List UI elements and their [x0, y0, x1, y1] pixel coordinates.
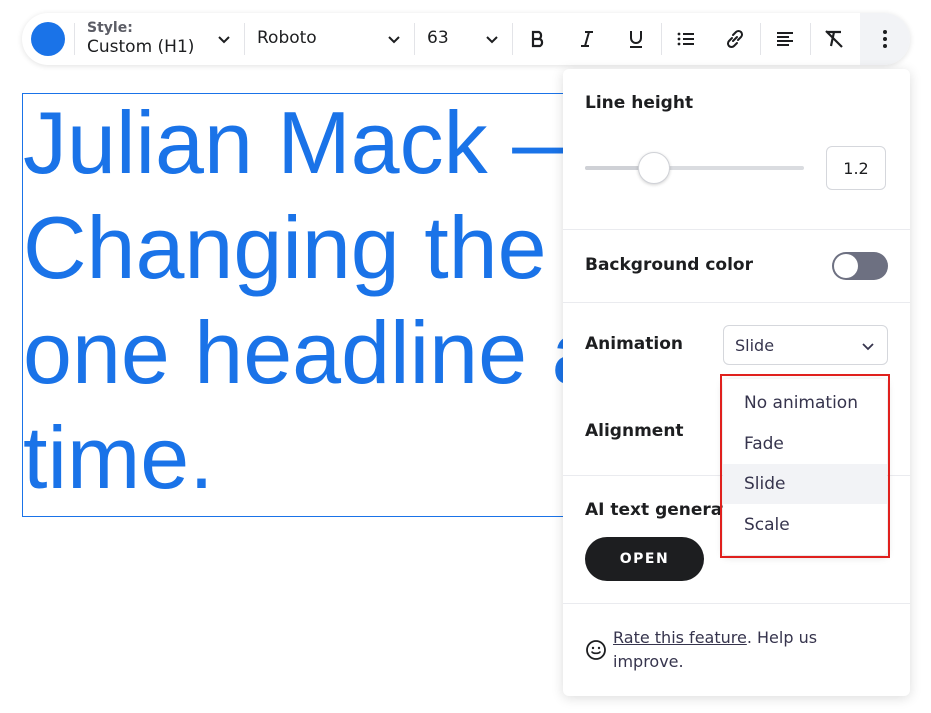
animation-select[interactable]: Slide: [723, 325, 888, 365]
clear-format-icon: [825, 30, 843, 48]
background-color-toggle[interactable]: [832, 252, 888, 280]
bold-icon: [531, 30, 544, 48]
font-size-value[interactable]: 63: [427, 28, 449, 48]
heading-text-box[interactable]: Julian Mack — Changing the world one hea…: [22, 93, 622, 517]
link-icon: [726, 29, 744, 49]
toolbar-divider: [74, 23, 75, 55]
line-height-input[interactable]: 1.2: [826, 146, 886, 190]
smiley-icon: [586, 640, 606, 660]
bullet-list-button[interactable]: [670, 23, 702, 55]
rate-feature-text: Rate this feature. Help us improve.: [613, 626, 883, 674]
chevron-down-icon[interactable]: [216, 31, 232, 47]
toolbar-divider: [810, 23, 811, 55]
underline-icon: [630, 31, 642, 48]
italic-button[interactable]: [571, 23, 603, 55]
animation-select-value: Slide: [735, 336, 775, 355]
more-vertical-icon: [883, 30, 887, 48]
toolbar-divider: [661, 23, 662, 55]
chevron-down-icon: [862, 343, 874, 351]
rate-feature-link[interactable]: Rate this feature: [613, 628, 747, 647]
bold-button[interactable]: [522, 23, 554, 55]
text-color-swatch[interactable]: [31, 22, 65, 56]
text-toolbar: Style: Custom (H1) Roboto 63: [22, 13, 910, 65]
style-select-value[interactable]: Custom (H1): [87, 37, 194, 57]
toolbar-divider: [512, 23, 513, 55]
line-height-slider[interactable]: [585, 152, 804, 184]
animation-label: Animation: [585, 334, 684, 354]
chevron-down-icon[interactable]: [484, 31, 500, 47]
panel-divider: [563, 603, 910, 604]
toolbar-divider: [760, 23, 761, 55]
italic-icon: [581, 31, 593, 47]
toolbar-divider: [244, 23, 245, 55]
align-left-icon: [777, 32, 793, 46]
list-icon: [677, 32, 694, 46]
open-ai-generator-button[interactable]: OPEN: [585, 537, 704, 581]
line-height-slider-thumb[interactable]: [637, 152, 670, 184]
background-color-label: Background color: [585, 255, 753, 275]
line-height-label: Line height: [585, 93, 694, 113]
panel-divider: [563, 302, 910, 303]
underline-button[interactable]: [620, 23, 652, 55]
toggle-knob: [834, 254, 858, 278]
clear-format-button[interactable]: [818, 23, 850, 55]
heading-text[interactable]: Julian Mack — Changing the world one hea…: [23, 94, 621, 510]
style-label: Style:: [87, 20, 133, 36]
line-height-input-value: 1.2: [843, 158, 869, 178]
chevron-down-icon[interactable]: [386, 31, 402, 47]
panel-divider: [563, 229, 910, 230]
alignment-label: Alignment: [585, 421, 684, 441]
toolbar-divider: [414, 23, 415, 55]
highlight-annotation-box: [720, 374, 890, 558]
link-button[interactable]: [719, 23, 751, 55]
font-select-value[interactable]: Roboto: [257, 28, 317, 48]
align-button[interactable]: [769, 23, 801, 55]
more-options-button[interactable]: [860, 13, 910, 65]
